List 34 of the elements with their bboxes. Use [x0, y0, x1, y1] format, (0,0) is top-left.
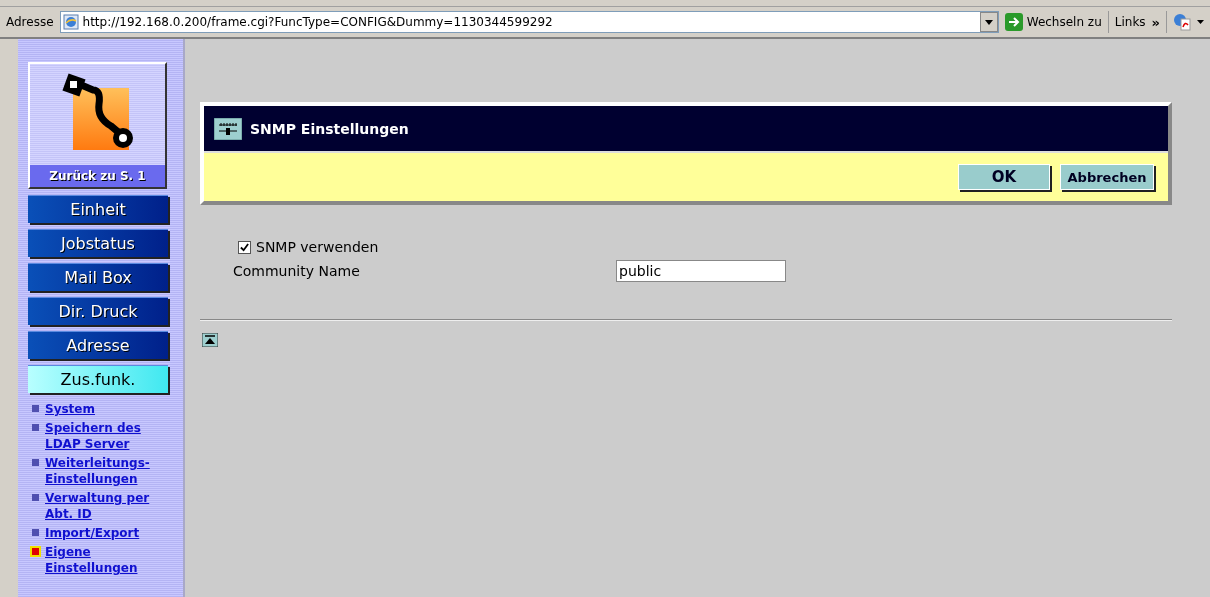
scroll-top-icon[interactable]	[202, 333, 218, 347]
nav-button[interactable]: Zus.funk.	[28, 365, 168, 393]
nav-button[interactable]: Mail Box	[28, 263, 168, 291]
menu-link[interactable]: Import/Export	[45, 525, 155, 541]
address-label: Adresse	[6, 15, 54, 29]
back-label: Zurück zu S. 1	[30, 165, 165, 187]
caret-icon[interactable]	[1197, 20, 1204, 24]
nav-button[interactable]: Einheit	[28, 195, 168, 223]
menu-link[interactable]: System	[45, 401, 155, 417]
dropdown-button[interactable]	[979, 12, 998, 32]
url-field[interactable]: http://192.168.0.200/frame.cgi?FuncType=CONFIG&Dummy=1130344599292	[59, 11, 999, 33]
checkbox[interactable]	[238, 240, 251, 254]
pdf-icon[interactable]	[1173, 13, 1191, 31]
caret-icon	[984, 19, 993, 25]
home-button[interactable]: Zurück zu S. 1	[28, 62, 167, 189]
field-label: Community Name	[233, 263, 361, 279]
go-button[interactable]: Wechseln zu	[1004, 13, 1102, 31]
links-button[interactable]: Links	[1114, 15, 1146, 29]
menu-link[interactable]: Eigene Einstellungen	[45, 544, 155, 576]
nav-button[interactable]: Dir. Druck	[28, 297, 168, 325]
cancel-button[interactable]: Abbrechen	[1060, 164, 1154, 190]
nav-button[interactable]: Jobstatus	[28, 229, 168, 257]
globe-page-icon	[62, 14, 79, 30]
nav-button[interactable]: Adresse	[28, 331, 168, 359]
checkbox-label: SNMP verwenden	[256, 239, 379, 255]
arrow-right-icon	[1004, 13, 1023, 31]
chevron-button[interactable]: »	[1151, 14, 1160, 30]
sliders-icon	[214, 117, 242, 140]
community-name-field[interactable]: public	[616, 260, 786, 282]
panel-title: SNMP Einstellungen	[250, 120, 409, 137]
menu-link[interactable]: Verwaltung per Abt. ID	[45, 490, 155, 522]
ok-button[interactable]: OK	[958, 164, 1050, 190]
menu-link[interactable]: Speichern des LDAP Server	[45, 420, 155, 452]
menu-link[interactable]: Weiterleitungs-Einstellungen	[45, 455, 155, 487]
